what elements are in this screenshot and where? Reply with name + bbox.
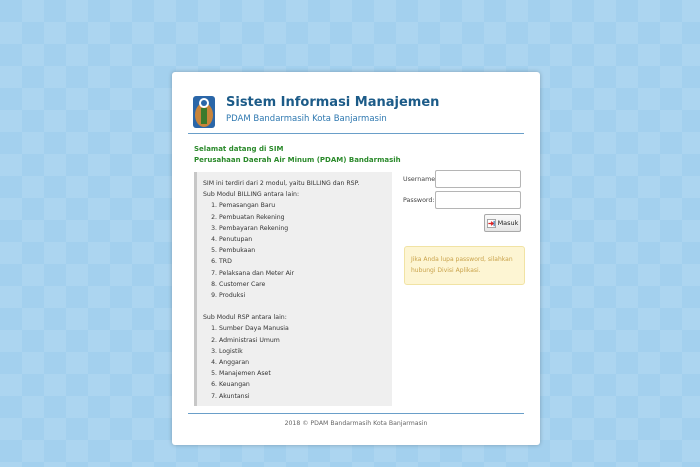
list-item: Pembayaran Rekening: [219, 223, 386, 234]
list-item: Manajemen Aset: [219, 368, 386, 379]
password-input[interactable]: [435, 191, 521, 209]
footer-copyright: 2018 © PDAM Bandarmasih Kota Banjarmasin: [284, 420, 428, 427]
list-item: Anggaran: [219, 357, 386, 368]
list-item: Akuntansi: [219, 391, 386, 402]
pdam-logo-icon: [193, 96, 215, 128]
info-intro: SIM ini terdiri dari 2 modul, yaitu BILL…: [203, 180, 360, 187]
password-label: Password:: [403, 197, 435, 204]
forgot-password-notice: Jika Anda lupa password, silahkan hubung…: [404, 246, 525, 285]
app-subtitle: PDAM Bandarmasih Kota Banjarmasin: [226, 114, 387, 124]
list-item: Logistik: [219, 346, 386, 357]
list-item: Pelaksana dan Meter Air: [219, 268, 386, 279]
login-button-label: Masuk: [497, 219, 519, 227]
list-item: Pemasangan Baru: [219, 200, 386, 211]
list-item: Sumber Daya Manusia: [219, 323, 386, 334]
notice-line-1: Jika Anda lupa password, silahkan: [411, 256, 513, 263]
login-button[interactable]: Masuk: [484, 214, 521, 232]
rsp-list: Sumber Daya Manusia Administrasi Umum Lo…: [203, 323, 386, 401]
list-item: Pembuatan Rekening: [219, 212, 386, 223]
login-card: Sistem Informasi Manajemen PDAM Bandarma…: [172, 72, 540, 445]
login-arrow-icon: [486, 218, 496, 228]
footer-divider: [188, 413, 524, 414]
list-item: Pembukaan: [219, 245, 386, 256]
notice-line-2: hubungi Divisi Aplikasi.: [411, 267, 481, 274]
list-item: Penutupan: [219, 234, 386, 245]
module-info-panel: SIM ini terdiri dari 2 modul, yaitu BILL…: [194, 172, 392, 406]
billing-list: Pemasangan Baru Pembuatan Rekening Pemba…: [203, 200, 386, 301]
list-item: Customer Care: [219, 279, 386, 290]
header-divider: [188, 133, 524, 134]
list-item: Keuangan: [219, 379, 386, 390]
welcome-message: Selamat datang di SIM Perusahaan Daerah …: [194, 144, 401, 166]
welcome-line-1: Selamat datang di SIM: [194, 145, 284, 153]
list-item: TRD: [219, 256, 386, 267]
app-title: Sistem Informasi Manajemen: [226, 95, 440, 110]
username-input[interactable]: [435, 170, 521, 188]
billing-heading: Sub Modul BILLING antara lain:: [203, 191, 300, 199]
list-item: Administrasi Umum: [219, 335, 386, 346]
welcome-line-2: Perusahaan Daerah Air Minum (PDAM) Banda…: [194, 156, 401, 164]
list-item: Produksi: [219, 290, 386, 301]
username-label: Username:: [403, 176, 438, 183]
rsp-heading: Sub Modul RSP antara lain:: [203, 314, 287, 322]
